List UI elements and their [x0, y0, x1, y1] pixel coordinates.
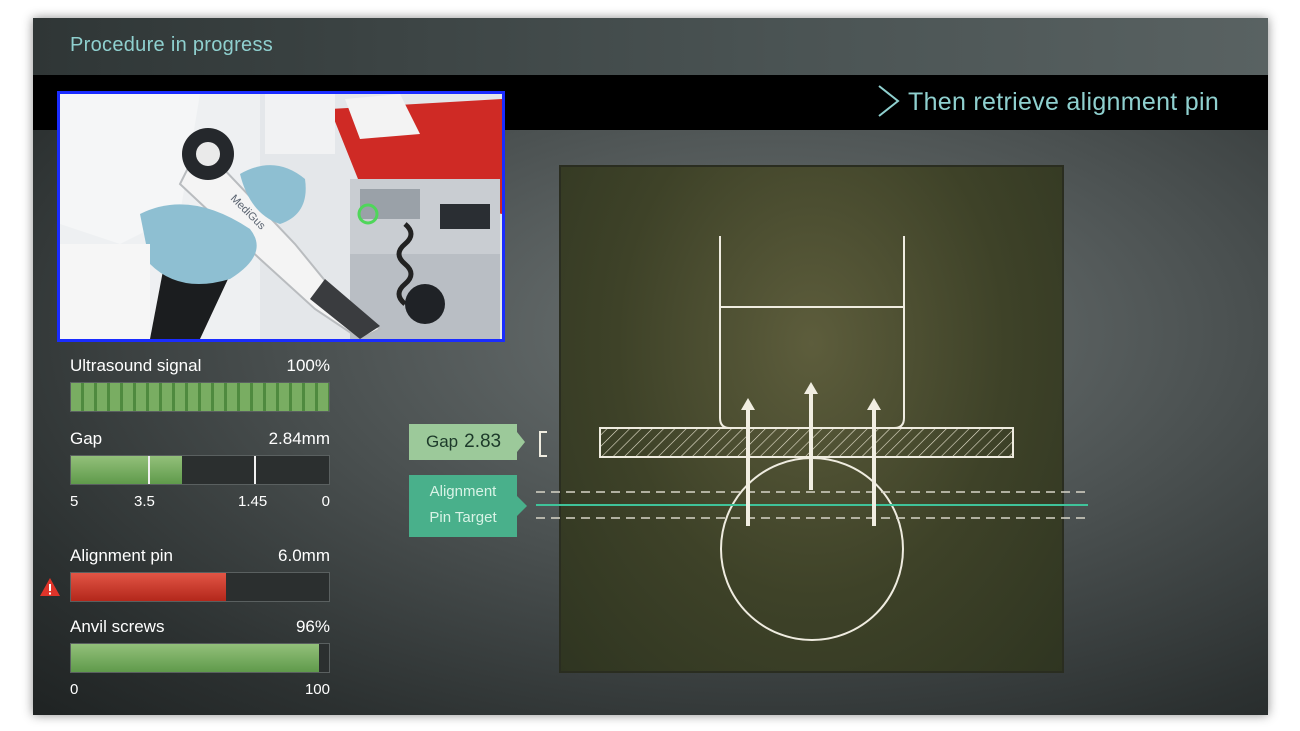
pin-center — [809, 390, 813, 490]
pin-right — [872, 406, 876, 526]
tissue-layer — [599, 427, 1014, 458]
gap-bracket — [539, 431, 547, 457]
gap-tag-label: Gap — [426, 432, 459, 451]
pin-right-head — [867, 398, 881, 410]
procedure-screen: Procedure in progress Then retrieve alig… — [33, 18, 1268, 715]
pin-tag-line2: Pin Target — [429, 509, 497, 526]
pin-center-head — [804, 382, 818, 394]
gap-readout-tag: Gap 2.83 — [409, 424, 517, 460]
pin-left-head — [741, 398, 755, 410]
gap-tag-value: 2.83 — [464, 431, 502, 452]
alignment-pin-target-tag: Alignment Pin Target — [409, 475, 517, 537]
gap-tag-arrow — [517, 432, 525, 452]
pin-left — [746, 406, 750, 526]
alignment-diagram-drawing — [517, 236, 1088, 641]
pin-tag-arrow — [517, 496, 527, 516]
pin-tag-line1: Alignment — [429, 483, 497, 500]
